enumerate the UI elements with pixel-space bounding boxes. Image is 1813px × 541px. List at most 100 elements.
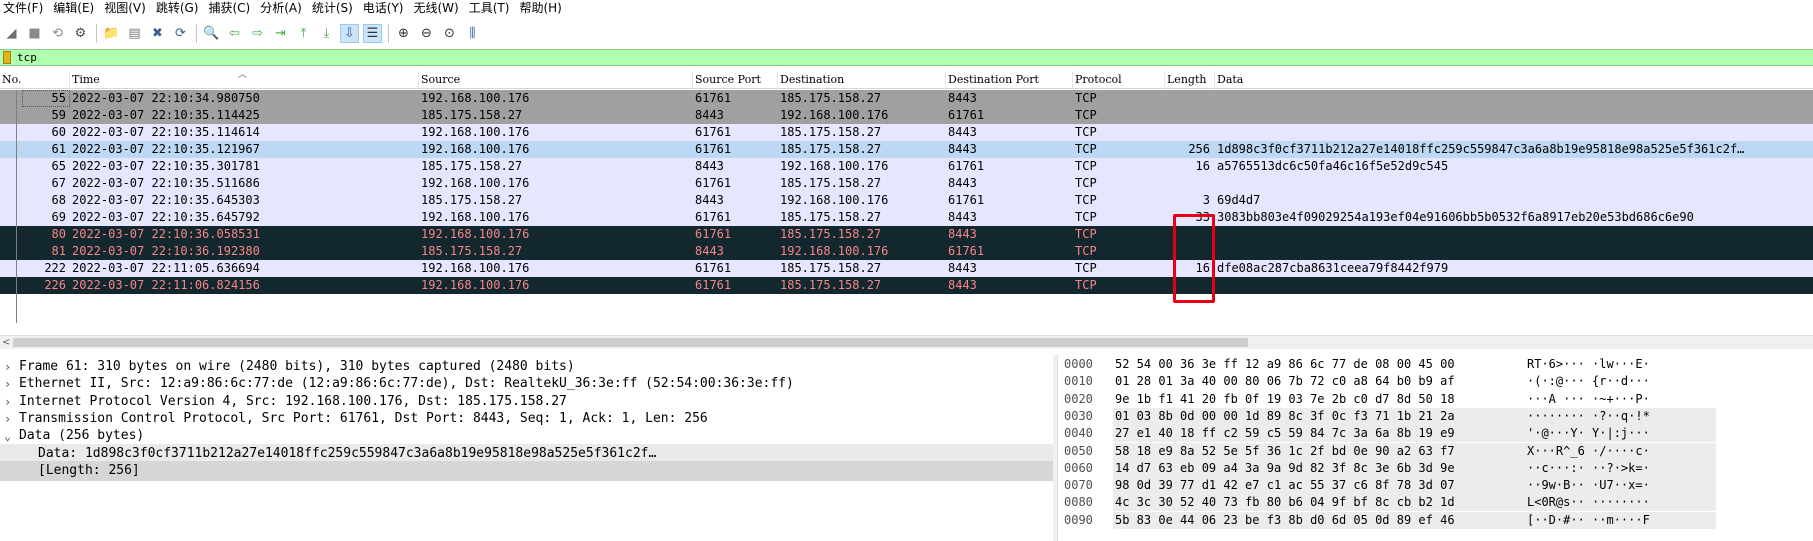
byte-ascii[interactable]: ·(·:@··· {r··d··· <box>1523 373 1716 390</box>
find-packet-icon[interactable]: 🔍 <box>202 24 221 43</box>
zoom-out-icon[interactable]: ⊖ <box>417 24 436 43</box>
save-file-icon[interactable]: ▤ <box>125 24 144 43</box>
menu-item-1[interactable]: 编辑(E) <box>50 0 101 17</box>
column-header-no[interactable]: No. <box>0 71 70 89</box>
display-filter-input[interactable] <box>17 50 1717 65</box>
bytes-row[interactable]: 0050 58 18 e9 8a 52 5e 5f 36 1c 2f bd 0e … <box>1058 442 1813 460</box>
packet-row[interactable]: 67 2022-03-07 22:10:35.511686 192.168.100.… <box>0 175 1813 192</box>
bytes-row[interactable]: 0090 5b 83 0e 44 06 23 be f3 8b d0 6d 05 … <box>1058 511 1813 529</box>
focus-outline <box>22 90 70 107</box>
menu-item-10[interactable]: 帮助(H) <box>516 0 568 17</box>
menu-item-6[interactable]: 统计(S) <box>309 0 360 17</box>
menu-item-3[interactable]: 跳转(G) <box>153 0 206 17</box>
column-header-destination-port[interactable]: Destination Port <box>946 71 1073 89</box>
bytes-row[interactable]: 0010 01 28 01 3a 40 00 80 06 7b 72 c0 a8 … <box>1058 373 1813 390</box>
packet-row[interactable]: 55 2022-03-07 22:10:34.980750 192.168.100.… <box>0 90 1813 107</box>
bytes-row[interactable]: 0020 9e 1b f1 41 20 fb 0f 19 03 7e 2b c0 … <box>1058 391 1813 408</box>
close-file-icon[interactable]: ✖ <box>148 24 167 43</box>
column-header-length[interactable]: Length <box>1165 71 1215 89</box>
packet-data <box>1217 90 1813 107</box>
bytes-row[interactable]: 0070 98 0d 39 77 d1 42 e7 c1 ac 55 37 c6 … <box>1058 477 1813 495</box>
packet-row[interactable]: 68 2022-03-07 22:10:35.645303 185.175.158.… <box>0 192 1813 209</box>
go-back-icon[interactable]: ⇦ <box>225 24 244 43</box>
go-forward-icon[interactable]: ⇨ <box>248 24 267 43</box>
menu-item-5[interactable]: 分析(A) <box>257 0 309 17</box>
packet-row[interactable]: 59 2022-03-07 22:10:35.114425 185.175.158.… <box>0 107 1813 124</box>
restart-capture-icon[interactable]: ⟲ <box>48 24 67 43</box>
byte-hex[interactable]: 4c 3c 30 52 40 73 fb 80 b6 04 9f bf 8c c… <box>1113 494 1523 512</box>
byte-ascii[interactable]: ········ ·?··q·!* <box>1523 407 1716 425</box>
go-first-packet-icon[interactable]: ⤒ <box>294 24 313 43</box>
packet-row[interactable]: 61 2022-03-07 22:10:35.121967 192.168.100.… <box>0 141 1813 158</box>
byte-hex[interactable]: 52 54 00 36 3e ff 12 a9 86 6c 77 de 08 0… <box>1113 356 1523 373</box>
scrollbar-thumb[interactable] <box>13 338 1248 347</box>
byte-ascii[interactable]: RT·6>··· ·lw···E· <box>1523 356 1716 373</box>
packet-source: 192.168.100.176 <box>421 91 530 105</box>
byte-ascii[interactable]: ··c···:· ··?·>k=· <box>1523 459 1716 477</box>
bytes-row[interactable]: 0080 4c 3c 30 52 40 73 fb 80 b6 04 9f bf … <box>1058 494 1813 512</box>
packet-source: 185.175.158.27 <box>421 108 523 122</box>
bytes-row[interactable]: 0040 27 e1 40 18 ff c2 59 c5 59 84 7c 3a … <box>1058 425 1813 443</box>
detail-row[interactable]: [Length: 256] <box>0 460 1053 481</box>
packet-row[interactable]: 65 2022-03-07 22:10:35.301781 185.175.158.… <box>0 158 1813 175</box>
packet-no: 59 <box>51 108 66 122</box>
byte-hex[interactable]: 27 e1 40 18 ff c2 59 c5 59 84 7c 3a 6a 8… <box>1113 425 1523 443</box>
byte-hex[interactable]: 5b 83 0e 44 06 23 be f3 8b d0 6d 05 0d 8… <box>1113 511 1523 529</box>
byte-hex[interactable]: 58 18 e9 8a 52 5e 5f 36 1c 2f bd 0e 90 a… <box>1113 442 1523 460</box>
zoom-in-icon[interactable]: ⊕ <box>394 24 413 43</box>
bytes-row[interactable]: 0030 01 03 8b 0d 00 00 1d 89 8c 3f 0c f3 … <box>1058 407 1813 425</box>
packet-row[interactable]: 222 2022-03-07 22:11:05.636694 192.168.100… <box>0 260 1813 277</box>
packet-time: 2022-03-07 22:11:06.824156 <box>72 278 260 292</box>
go-last-packet-icon[interactable]: ⤓ <box>317 24 336 43</box>
packet-row[interactable]: 80 2022-03-07 22:10:36.058531 192.168.100.… <box>0 226 1813 243</box>
go-to-packet-icon[interactable]: ⇥ <box>271 24 290 43</box>
packet-list-horizontal-scrollbar[interactable]: < <box>0 335 1813 349</box>
menu-item-8[interactable]: 无线(W) <box>411 0 466 17</box>
column-header-protocol[interactable]: Protocol <box>1073 71 1165 89</box>
byte-ascii[interactable]: L<0R@s·· ········ <box>1523 494 1716 512</box>
bytes-row[interactable]: 0000 52 54 00 36 3e ff 12 a9 86 6c 77 de … <box>1058 356 1813 373</box>
capture-options-icon[interactable]: ⚙ <box>71 24 90 43</box>
byte-ascii[interactable]: X···R^_6 ·/····c· <box>1523 442 1716 460</box>
menu-item-9[interactable]: 工具(T) <box>466 0 517 17</box>
menu-item-4[interactable]: 捕获(C) <box>205 0 257 17</box>
autoscroll-icon[interactable]: ⇩ <box>340 24 359 43</box>
packet-destination: 185.175.158.27 <box>780 142 882 156</box>
packet-length <box>1166 243 1212 260</box>
byte-offset: 0010 <box>1064 374 1093 389</box>
menu-item-2[interactable]: 视图(V) <box>101 0 153 17</box>
packet-row[interactable]: 81 2022-03-07 22:10:36.192380 185.175.158.… <box>0 243 1813 260</box>
reload-file-icon[interactable]: ⟳ <box>171 24 190 43</box>
byte-hex[interactable]: 01 03 8b 0d 00 00 1d 89 8c 3f 0c f3 71 1… <box>1113 407 1523 425</box>
byte-ascii[interactable]: ···A ··· ·~+···P· <box>1523 391 1716 408</box>
resize-columns-icon[interactable]: ⫼ <box>463 24 482 43</box>
byte-ascii[interactable]: [··D·#·· ··m····F <box>1523 511 1716 529</box>
byte-offset: 0020 <box>1064 391 1093 406</box>
stop-capture-icon[interactable]: ■ <box>25 24 44 43</box>
byte-ascii[interactable]: '·@···Y· Y·|:j··· <box>1523 425 1716 443</box>
zoom-normal-icon[interactable]: ⊙ <box>440 24 459 43</box>
byte-ascii[interactable]: ··9w·B·· ·U7··x=· <box>1523 477 1716 495</box>
byte-hex[interactable]: 98 0d 39 77 d1 42 e7 c1 ac 55 37 c6 8f 7… <box>1113 477 1523 495</box>
packet-row[interactable]: 60 2022-03-07 22:10:35.114614 192.168.100.… <box>0 124 1813 141</box>
packet-source-port: 61761 <box>695 142 732 156</box>
packet-row[interactable]: 226 2022-03-07 22:11:06.824156 192.168.100… <box>0 277 1813 294</box>
menu-item-7[interactable]: 电话(Y) <box>360 0 411 17</box>
byte-hex[interactable]: 14 d7 63 eb 09 a4 3a 9a 9d 82 3f 8c 3e 6… <box>1113 459 1523 477</box>
byte-hex[interactable]: 9e 1b f1 41 20 fb 0f 19 03 7e 2b c0 d7 8… <box>1113 391 1523 408</box>
packet-row[interactable]: 69 2022-03-07 22:10:35.645792 192.168.100.… <box>0 209 1813 226</box>
menu-item-0[interactable]: 文件(F) <box>0 0 50 17</box>
column-header-data[interactable]: Data <box>1215 71 1813 89</box>
byte-hex[interactable]: 01 28 01 3a 40 00 80 06 7b 72 c0 a8 64 b… <box>1113 373 1523 390</box>
column-header-destination[interactable]: Destination <box>778 71 946 89</box>
packet-time: 2022-03-07 22:10:35.511686 <box>72 176 260 190</box>
column-header-source-port[interactable]: Source Port <box>693 71 778 89</box>
bytes-row[interactable]: 0060 14 d7 63 eb 09 a4 3a 9a 9d 82 3f 8c … <box>1058 459 1813 477</box>
scroll-left-icon[interactable]: < <box>2 336 10 349</box>
filter-bookmark-icon[interactable] <box>3 51 11 64</box>
shark-fin-start-icon[interactable]: ◢ <box>2 24 21 43</box>
packet-details-pane: › Frame 61: 310 bytes on wire (2480 bits)… <box>0 355 1053 541</box>
column-header-source[interactable]: Source <box>419 71 693 89</box>
open-file-icon[interactable]: 📁 <box>102 24 121 43</box>
colorize-icon[interactable]: ☰ <box>363 24 382 43</box>
